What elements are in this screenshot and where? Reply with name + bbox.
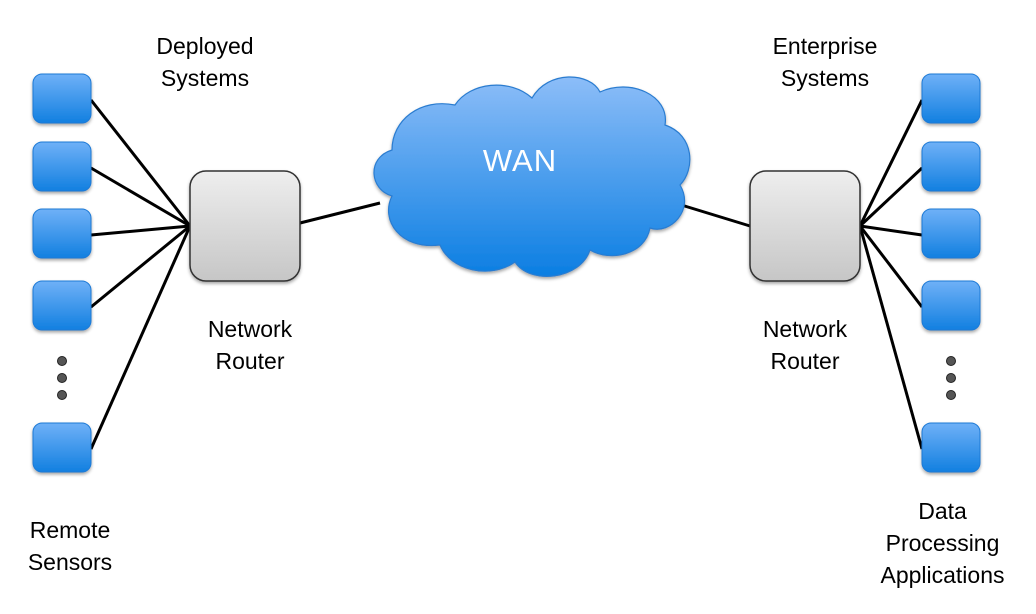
data-processing-app-node[interactable]: [921, 141, 981, 192]
application-link: [859, 224, 923, 237]
enterprise-systems-label: Enterprise Systems: [745, 30, 905, 94]
ellipsis-dot-left: [57, 373, 67, 383]
remote-sensors-label: Remote Sensors: [0, 514, 140, 578]
sensor-link: [90, 166, 191, 228]
label-line: Remote: [29, 517, 111, 543]
label-line: Router: [770, 348, 840, 374]
data-processing-app-node[interactable]: [921, 73, 981, 124]
label-line: Data: [918, 498, 967, 524]
label-line: Router: [215, 348, 285, 374]
label-line: Network: [207, 316, 293, 342]
remote-sensor-node[interactable]: [32, 141, 92, 192]
router-wan-link: [299, 201, 381, 225]
right-router-label: Network Router: [730, 313, 880, 377]
application-link: [858, 225, 924, 308]
label-line: Systems: [160, 65, 250, 91]
label-line: Systems: [780, 65, 870, 91]
label-line: Deployed: [156, 33, 254, 59]
sensor-link: [89, 99, 192, 227]
remote-sensor-node[interactable]: [32, 280, 92, 331]
application-link: [858, 166, 924, 228]
label-line: Sensors: [27, 549, 113, 575]
ellipsis-dot-right: [946, 356, 956, 366]
remote-sensor-node[interactable]: [32, 422, 92, 473]
ellipsis-dot-left: [57, 356, 67, 366]
sensor-link: [90, 224, 191, 309]
left-network-router[interactable]: [189, 170, 301, 282]
wan-label: WAN: [482, 143, 558, 178]
data-processing-app-node[interactable]: [921, 280, 981, 331]
deployed-systems-label: Deployed Systems: [130, 30, 280, 94]
label-line: Processing: [885, 530, 1000, 556]
ellipsis-dot-left: [57, 390, 67, 400]
data-processing-app-node[interactable]: [921, 422, 981, 473]
remote-sensor-node[interactable]: [32, 208, 92, 259]
label-line: Applications: [880, 562, 1005, 588]
ellipsis-dot-right: [946, 373, 956, 383]
data-processing-app-node[interactable]: [921, 208, 981, 259]
left-router-label: Network Router: [175, 313, 325, 377]
data-processing-applications-label: Data Processing Applications: [860, 495, 1025, 591]
ellipsis-dot-right: [946, 390, 956, 400]
sensor-link: [90, 224, 191, 237]
right-network-router[interactable]: [749, 170, 861, 282]
label-line: Network: [762, 316, 848, 342]
label-line: Enterprise: [772, 33, 878, 59]
remote-sensor-node[interactable]: [32, 73, 92, 124]
application-link: [858, 99, 924, 227]
